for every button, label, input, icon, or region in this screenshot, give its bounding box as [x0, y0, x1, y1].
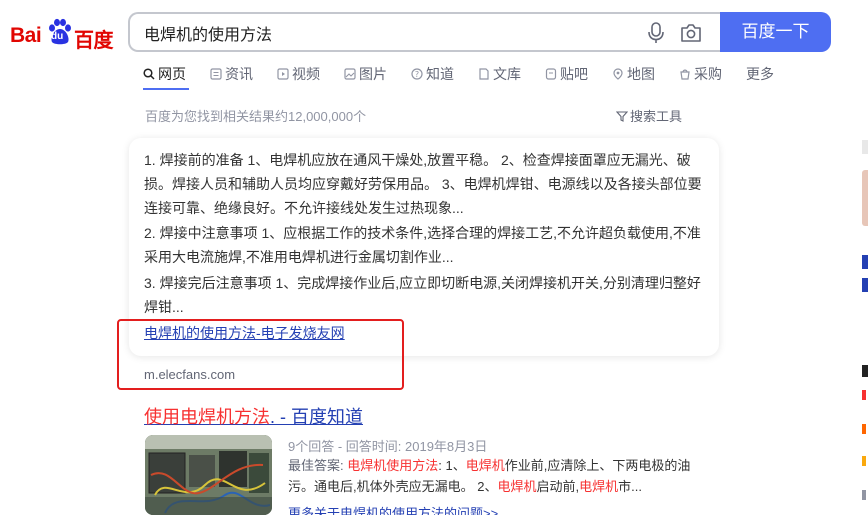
right-column-heading-fragment — [862, 365, 868, 377]
welder-panel-image — [145, 435, 272, 515]
tab-zhidao[interactable]: ? 知道 — [411, 62, 454, 86]
tab-label: 视频 — [292, 66, 320, 82]
tab-label: 采购 — [694, 66, 722, 82]
baidu-logo[interactable]: Bai du 百度 — [10, 14, 114, 52]
more-questions-link[interactable]: 更多关于电焊机的使用方法的问题>> — [288, 503, 498, 515]
image-icon — [344, 68, 356, 80]
tieba-icon — [545, 68, 557, 80]
logo-text-bai: Bai — [10, 24, 42, 47]
tab-label: 更多 — [746, 66, 774, 82]
shopping-icon — [680, 69, 690, 80]
search-tools-button[interactable]: 搜索工具 — [616, 106, 682, 125]
filter-icon — [616, 110, 628, 122]
source-domain: m.elecfans.com — [144, 367, 236, 382]
tab-tieba[interactable]: 贴吧 — [545, 62, 588, 86]
logo-text-du: du — [51, 31, 64, 42]
svg-text:?: ? — [415, 70, 419, 79]
snippet-paragraph-2: 2. 焊接中注意事项 1、应根据工作的技术条件,选择合理的焊接工艺,不允许超负载… — [144, 225, 701, 265]
answer-text: : 1、 — [438, 458, 466, 473]
rank-marker-2 — [862, 424, 866, 434]
camera-icon[interactable] — [680, 23, 702, 43]
right-column-link-fragment — [862, 255, 868, 269]
document-icon — [479, 68, 489, 80]
keyword-highlight: 电焊机 — [465, 458, 505, 473]
tab-video[interactable]: 视频 — [277, 62, 320, 86]
tab-label: 贴吧 — [560, 66, 588, 82]
keyword-highlight: 电焊机 — [579, 479, 619, 494]
tab-images[interactable]: 图片 — [344, 62, 387, 86]
right-column-link-fragment — [862, 278, 868, 292]
keyword-highlight: 电焊机 — [497, 479, 537, 494]
best-answer-label: 最佳答案: — [288, 458, 348, 473]
tab-label: 文库 — [493, 66, 521, 82]
logo-text-baidu: 百度 — [74, 30, 114, 52]
snippet-paragraph-1: 1. 焊接前的准备 1、电焊机应放在通风干燥处,放置平稳。 2、检查焊接面罩应无… — [144, 152, 702, 216]
tab-more[interactable]: 更多 — [746, 62, 774, 86]
tab-web[interactable]: 网页 — [143, 62, 186, 86]
search-tabs: 网页 资讯 视频 图片 ? 知道 文库 贴吧 地图 采购 更多 — [143, 62, 798, 92]
tab-map[interactable]: 地图 — [612, 62, 655, 86]
search-input[interactable] — [144, 22, 624, 44]
answer-text: 启动前, — [536, 479, 580, 494]
tab-news[interactable]: 资讯 — [210, 62, 253, 86]
tab-label: 网页 — [158, 66, 186, 82]
video-icon — [277, 68, 289, 80]
search-box — [128, 12, 720, 52]
result-title-highlight: 使用电焊机方法 — [144, 407, 270, 427]
answer-text: 市... — [618, 479, 642, 494]
news-icon — [210, 68, 222, 80]
result-count: 百度为您找到相关结果约12,000,000个 — [145, 109, 367, 124]
snippet-paragraph-3: 3. 焊接完后注意事项 1、完成焊接作业后,应立即切断电源,关闭焊接机开关,分别… — [144, 275, 701, 315]
search-tools-label: 搜索工具 — [630, 109, 683, 124]
tab-caigou[interactable]: 采购 — [679, 62, 722, 86]
rank-marker-3 — [862, 456, 866, 466]
question-icon: ? — [411, 68, 423, 80]
result-title-rest: . - 百度知道 — [270, 407, 363, 427]
right-column-thumbnail — [862, 170, 868, 226]
tab-label: 图片 — [359, 66, 387, 82]
result-title-link[interactable]: 使用电焊机方法. - 百度知道 — [144, 403, 363, 429]
map-icon — [613, 68, 623, 80]
answer-meta: 9个回答 - 回答时间: 2019年8月3日 — [288, 439, 488, 454]
microphone-icon[interactable] — [646, 22, 666, 44]
search-button[interactable]: 百度一下 — [720, 12, 831, 52]
tab-label: 资讯 — [225, 66, 253, 82]
active-tab-indicator — [143, 88, 189, 90]
rank-marker-1 — [862, 390, 866, 400]
tab-label: 知道 — [426, 66, 454, 82]
tab-label: 地图 — [627, 66, 655, 82]
result-thumbnail[interactable] — [145, 435, 272, 515]
right-column-fragment — [862, 140, 868, 154]
tab-wenku[interactable]: 文库 — [478, 62, 521, 86]
best-answer-snippet: 最佳答案: 电焊机使用方法: 1、电焊机作业前,应清除上、下两电极的油污。通电后… — [288, 455, 708, 497]
search-icon — [143, 68, 155, 80]
rank-marker-4 — [862, 490, 866, 500]
keyword-highlight: 电焊机使用方法 — [347, 458, 439, 473]
